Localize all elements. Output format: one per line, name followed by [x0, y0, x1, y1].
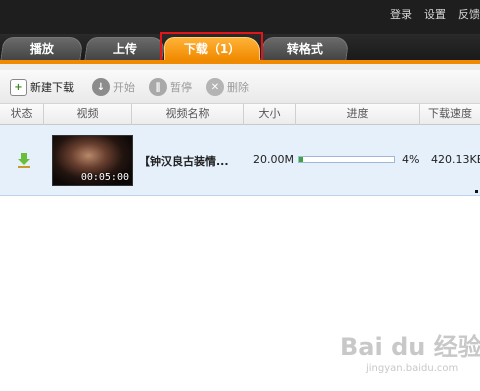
start-button[interactable]: ↓ 开始 [92, 77, 135, 97]
delete-label: 删除 [227, 81, 249, 94]
progress-bar-fill [299, 157, 303, 162]
col-progress[interactable]: 进度 [296, 104, 420, 125]
active-tab-highlight [160, 32, 263, 63]
file-size: 20.00M [253, 153, 294, 166]
download-row[interactable]: 00:05:00 【钟汉良古装情... 20.00M 4% 420.13KB/S [0, 125, 480, 196]
tab-convert-label: 转格式 [286, 42, 323, 56]
tab-play[interactable]: 播放 [0, 37, 84, 60]
col-status[interactable]: 状态 [0, 104, 44, 125]
progress-percent: 4% [402, 153, 420, 166]
feedback-link[interactable]: 反馈 [458, 6, 480, 22]
video-title: 【钟汉良古装情... [139, 155, 229, 168]
watermark-main-text: Bai du 经验 [340, 333, 480, 361]
toolbar: + 新建下载 ↓ 开始 ∥ 暂停 ✕ 删除 [0, 70, 480, 104]
tab-convert[interactable]: 转格式 [260, 37, 350, 60]
video-thumbnail[interactable]: 00:05:00 [52, 135, 133, 186]
video-duration: 00:05:00 [80, 172, 129, 183]
column-header-row: 状态 视频 视频名称 大小 进度 下载速度 [0, 104, 480, 125]
settings-link[interactable]: 设置 [424, 6, 446, 22]
tab-upload[interactable]: 上传 [84, 37, 166, 60]
tab-upload-label: 上传 [112, 42, 137, 56]
new-download-button[interactable]: + 新建下载 [10, 77, 74, 97]
new-download-label: 新建下载 [30, 81, 74, 94]
pause-icon: ∥ [149, 78, 167, 96]
login-link[interactable]: 登录 [390, 6, 412, 22]
col-video[interactable]: 视频 [44, 104, 132, 125]
scroll-marker [475, 190, 478, 193]
tab-play-label: 播放 [29, 42, 54, 56]
col-speed[interactable]: 下载速度 [420, 104, 480, 125]
download-speed: 420.13KB/S [431, 153, 480, 166]
delete-icon: ✕ [206, 78, 224, 96]
col-name[interactable]: 视频名称 [132, 104, 244, 125]
delete-button[interactable]: ✕ 删除 [206, 77, 249, 97]
new-download-icon: + [10, 78, 27, 96]
baidu-watermark-logo: Bai du 经验 jingyan.baidu.com [330, 315, 480, 391]
progress-bar [298, 156, 395, 163]
watermark-url: jingyan.baidu.com [366, 363, 459, 374]
download-start-icon: ↓ [92, 78, 110, 96]
col-size[interactable]: 大小 [244, 104, 296, 125]
start-label: 开始 [113, 81, 135, 94]
pause-button[interactable]: ∥ 暂停 [149, 77, 192, 97]
top-links: 登录 设置 反馈 [390, 6, 480, 22]
pause-label: 暂停 [170, 81, 192, 94]
top-bar: 登录 设置 反馈 [0, 0, 480, 34]
downloading-status-icon [18, 153, 30, 168]
